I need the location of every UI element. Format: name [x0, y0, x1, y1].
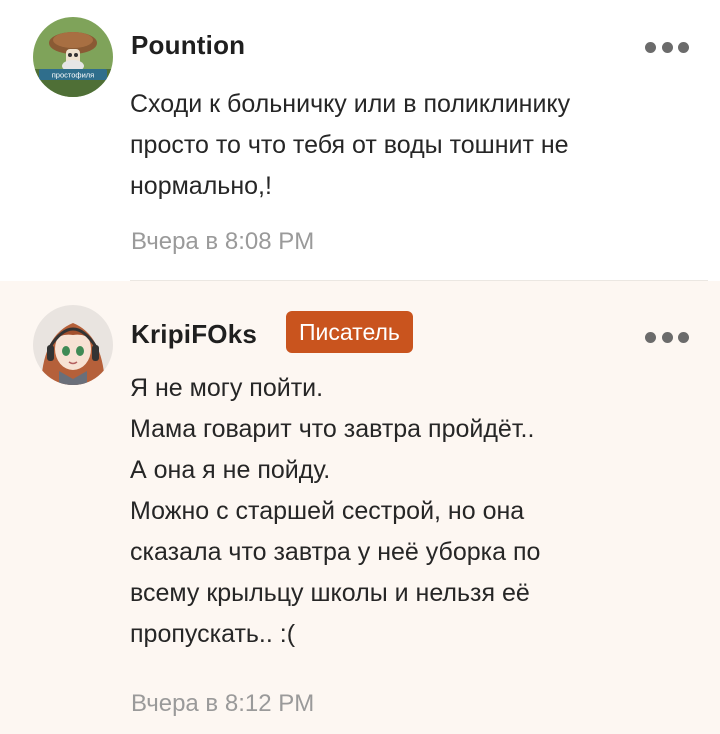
more-horizontal-icon — [645, 41, 656, 53]
role-badge: Писатель — [286, 311, 413, 353]
comment-item: простофиля Pountion Сходи к больничку ил… — [0, 0, 720, 280]
comment-text-line: Я не могу пойти. — [130, 374, 324, 402]
more-options-button[interactable] — [645, 330, 689, 344]
more-horizontal-icon — [661, 41, 673, 53]
more-horizontal-icon — [645, 331, 656, 343]
comment-text-line: Мама говарит что завтра пройдёт.. — [130, 415, 535, 443]
comment-text-line: пропускать.. :( — [130, 620, 296, 648]
comment-author[interactable]: Pountion — [131, 30, 245, 61]
comment-text-line: всему крыльцу школы и нельзя её — [130, 579, 530, 607]
comment-text-line: Сходи к больничку или в поликлинику — [130, 90, 571, 118]
comment-text-line: А она я не пойду. — [130, 456, 331, 484]
comment-text-line: сказала что завтра у неё уборка по — [130, 538, 541, 566]
comment-text-line: просто то что тебя от воды тошнит не — [130, 131, 569, 159]
comment-text-line: нормально,! — [130, 172, 272, 200]
comment-timestamp: Вчера в 8:08 PM — [131, 228, 315, 255]
avatar-image: простофиля — [33, 17, 113, 97]
avatar[interactable]: простофиля — [33, 17, 113, 97]
more-options-button[interactable] — [645, 40, 689, 54]
avatar-image — [33, 305, 113, 385]
comment-item: KripiFOks Писатель Я не могу пойти. Мама… — [0, 281, 720, 734]
comment-text: Сходи к больничку или в поликлинику прос… — [130, 84, 690, 207]
more-horizontal-icon — [678, 331, 689, 343]
comment-author[interactable]: KripiFOks — [131, 319, 257, 350]
comment-timestamp: Вчера в 8:12 PM — [131, 690, 315, 717]
more-horizontal-icon — [661, 331, 673, 343]
comment-text: Я не могу пойти. Мама говарит что завтра… — [130, 368, 690, 655]
more-horizontal-icon — [678, 41, 689, 53]
avatar[interactable] — [33, 305, 113, 385]
comment-text-line: Можно с старшей сестрой, но она — [130, 497, 525, 525]
avatar-caption: простофиля — [52, 71, 94, 80]
